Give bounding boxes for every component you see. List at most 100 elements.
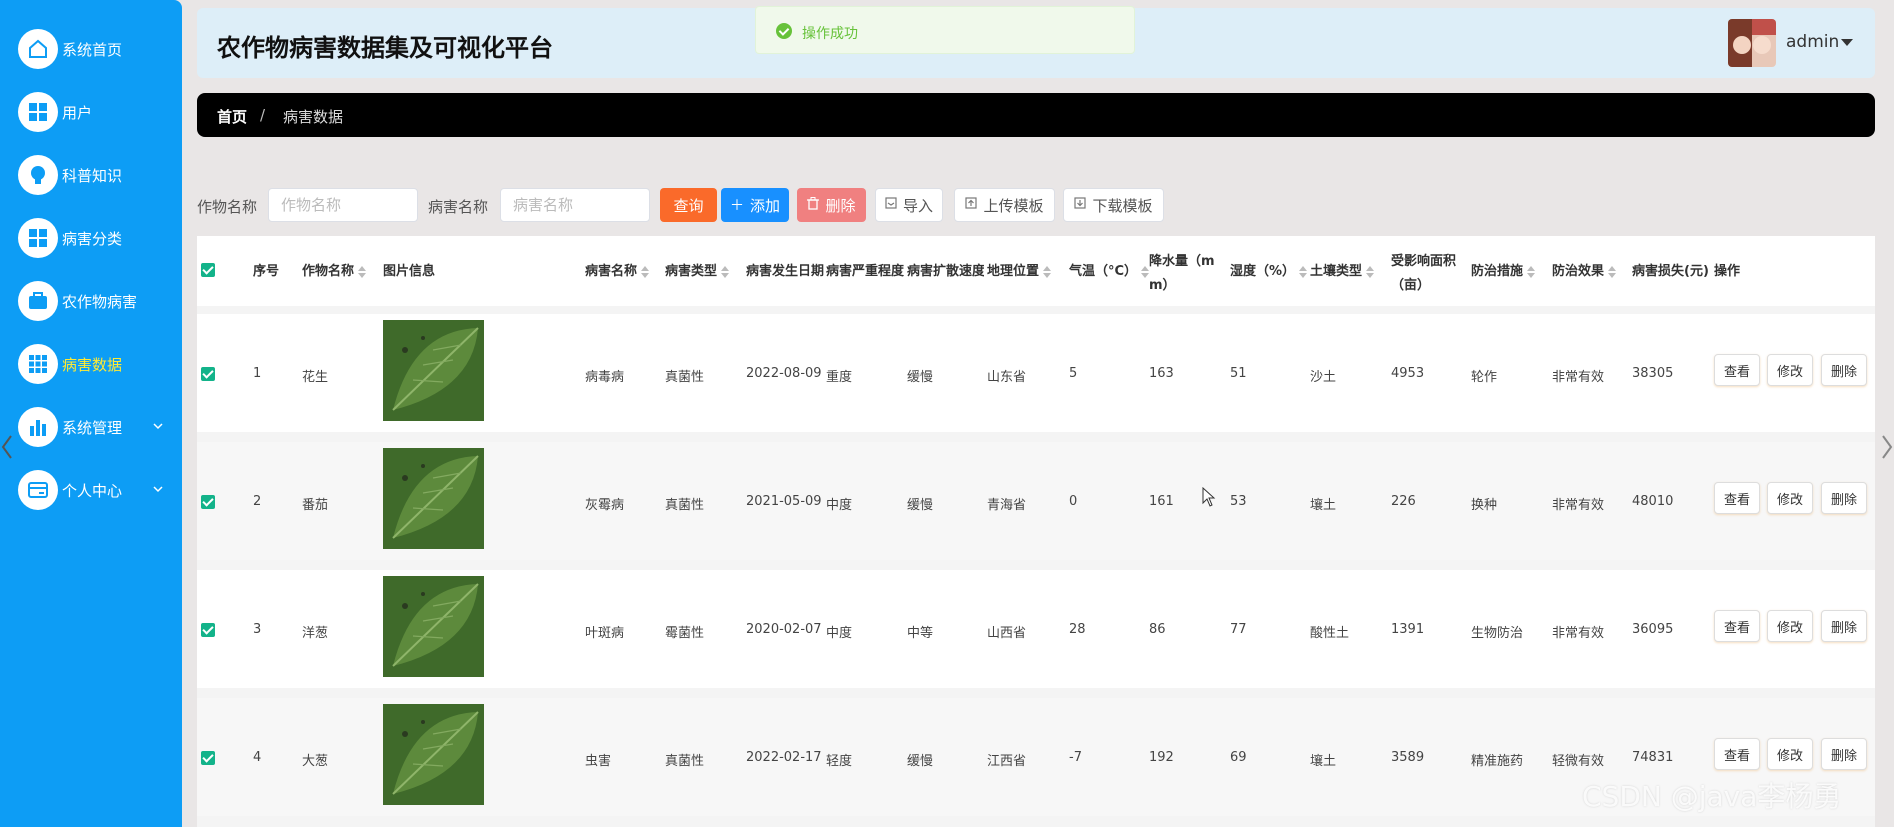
bar-chart-icon — [18, 407, 58, 447]
cell-rain: 192 — [1149, 750, 1174, 765]
sort-icon[interactable] — [721, 265, 730, 278]
cell-date: 2020-02-07 — [746, 622, 822, 637]
col-rain[interactable]: 降水量（m — [1149, 250, 1215, 269]
cell-measure: 换种 — [1471, 498, 1498, 513]
cell-disease: 病毒病 — [585, 370, 625, 385]
breadcrumb-separator: / — [260, 106, 266, 124]
menu-label: 个人中心 — [62, 481, 123, 500]
sort-icon[interactable] — [358, 265, 367, 278]
delete-button[interactable]: 删除 — [1821, 354, 1867, 386]
delete-button[interactable]: 删除 — [1821, 610, 1867, 642]
leaf-image — [383, 320, 484, 421]
col-rain-line2: m） — [1149, 278, 1176, 293]
menu-item-system-management[interactable]: 系统管理 — [0, 403, 182, 451]
table-row[interactable]: 1 花生 病毒病 真菌性 2022-08-09 重度 缓慢 山东省 5 163 … — [197, 314, 1875, 432]
check-circle-icon — [776, 23, 792, 39]
col-crop[interactable]: 作物名称 — [302, 260, 367, 279]
disease-name-input[interactable]: 病害名称 — [500, 188, 650, 222]
crop-name-input[interactable]: 作物名称 — [268, 188, 418, 222]
table-row[interactable]: 3 洋葱 叶斑病 霉菌性 2020-02-07 中度 中等 山西省 28 86 … — [197, 570, 1875, 688]
cell-measure: 轮作 — [1471, 370, 1498, 385]
sort-icon[interactable] — [641, 265, 650, 278]
table-row[interactable]: 2 番茄 灰霉病 真菌性 2021-05-09 中度 缓慢 青海省 0 161 … — [197, 442, 1875, 560]
col-disease[interactable]: 病害名称 — [585, 260, 650, 279]
cell-humidity: 77 — [1230, 622, 1247, 637]
col-measure[interactable]: 防治措施 — [1471, 260, 1536, 279]
delete-button[interactable]: 删除 — [1821, 482, 1867, 514]
edit-button[interactable]: 修改 — [1767, 482, 1813, 514]
cell-area: 1391 — [1391, 622, 1425, 637]
view-button[interactable]: 查看 — [1714, 354, 1760, 386]
chevron-left-icon[interactable] — [0, 434, 14, 460]
menu-item-home[interactable]: 系统首页 — [0, 25, 182, 73]
menu-item-disease-category[interactable]: 病害分类 — [0, 214, 182, 262]
menu-item-crop-disease[interactable]: 农作物病害 — [0, 277, 182, 325]
delete-button[interactable]: 删除 — [1821, 738, 1867, 770]
username[interactable]: admin — [1786, 32, 1839, 52]
avatar[interactable] — [1728, 19, 1776, 67]
cell-type: 霉菌性 — [665, 626, 705, 641]
cell-soil: 壤土 — [1310, 754, 1337, 769]
cell-spread: 缓慢 — [907, 498, 934, 513]
menu-label: 科普知识 — [62, 166, 123, 185]
chevron-right-icon[interactable] — [1880, 434, 1894, 460]
row-checkbox[interactable] — [201, 751, 215, 765]
cell-humidity: 53 — [1230, 494, 1247, 509]
col-spread[interactable]: 病害扩散速度 — [907, 260, 984, 279]
cell-loss: 48010 — [1632, 494, 1674, 509]
col-type[interactable]: 病害类型 — [665, 260, 730, 279]
col-loss[interactable]: 病害损失(元) — [1632, 260, 1709, 279]
row-checkbox[interactable] — [201, 623, 215, 637]
add-button[interactable]: ＋ 添加 — [721, 188, 789, 222]
cell-rain: 163 — [1149, 366, 1174, 381]
view-button[interactable]: 查看 — [1714, 738, 1760, 770]
menu-item-personal-center[interactable]: 个人中心 — [0, 466, 182, 514]
col-date[interactable]: 病害发生日期 — [746, 260, 825, 279]
col-temp[interactable]: 气温（°C） — [1069, 260, 1150, 279]
view-button[interactable]: 查看 — [1714, 482, 1760, 514]
col-effect[interactable]: 防治效果 — [1552, 260, 1617, 279]
download-icon — [1074, 197, 1087, 213]
col-area[interactable]: 受影响面积 — [1391, 250, 1456, 269]
col-severity[interactable]: 病害严重程度 — [826, 260, 904, 279]
col-location[interactable]: 地理位置 — [987, 260, 1052, 279]
query-button[interactable]: 查询 — [660, 188, 717, 222]
edit-button[interactable]: 修改 — [1767, 738, 1813, 770]
col-humidity[interactable]: 湿度（%） — [1230, 260, 1308, 279]
cell-date: 2021-05-09 — [746, 494, 822, 509]
menu-item-users[interactable]: 用户 — [0, 88, 182, 136]
edit-button[interactable]: 修改 — [1767, 354, 1813, 386]
query-button-label: 查询 — [673, 196, 704, 215]
row-checkbox[interactable] — [201, 367, 215, 381]
grid-icon — [18, 218, 58, 258]
view-button[interactable]: 查看 — [1714, 610, 1760, 642]
upload-template-button[interactable]: 上传模板 — [954, 188, 1055, 222]
caret-down-icon[interactable] — [1841, 39, 1853, 46]
edit-button[interactable]: 修改 — [1767, 610, 1813, 642]
batch-delete-button[interactable]: 删除 — [797, 188, 866, 222]
col-soil[interactable]: 土壤类型 — [1310, 260, 1375, 279]
menu-item-knowledge[interactable]: 科普知识 — [0, 151, 182, 199]
sort-icon[interactable] — [1299, 265, 1308, 278]
cell-index: 2 — [253, 494, 262, 509]
disease-name-label: 病害名称 — [428, 198, 489, 216]
import-button[interactable]: 导入 — [875, 188, 943, 222]
menu-item-disease-data[interactable]: 病害数据 — [0, 340, 182, 388]
row-checkbox[interactable] — [201, 495, 215, 509]
sort-icon[interactable] — [1043, 265, 1052, 278]
cell-soil: 壤土 — [1310, 498, 1337, 513]
download-template-button[interactable]: 下载模板 — [1063, 188, 1164, 222]
sort-icon[interactable] — [1608, 265, 1617, 278]
cell-effect: 非常有效 — [1552, 498, 1605, 513]
sort-icon[interactable] — [1366, 265, 1375, 278]
sort-icon[interactable] — [1527, 265, 1536, 278]
select-all-checkbox[interactable] — [201, 263, 215, 277]
menu-label: 用户 — [62, 103, 93, 122]
menu-label: 病害分类 — [62, 229, 123, 248]
cell-disease: 虫害 — [585, 754, 612, 769]
add-button-label: 添加 — [749, 196, 780, 215]
chevron-down-icon — [153, 486, 163, 493]
breadcrumb-home[interactable]: 首页 — [217, 106, 247, 127]
sort-icon[interactable] — [1141, 265, 1150, 278]
cell-area: 3589 — [1391, 750, 1425, 765]
